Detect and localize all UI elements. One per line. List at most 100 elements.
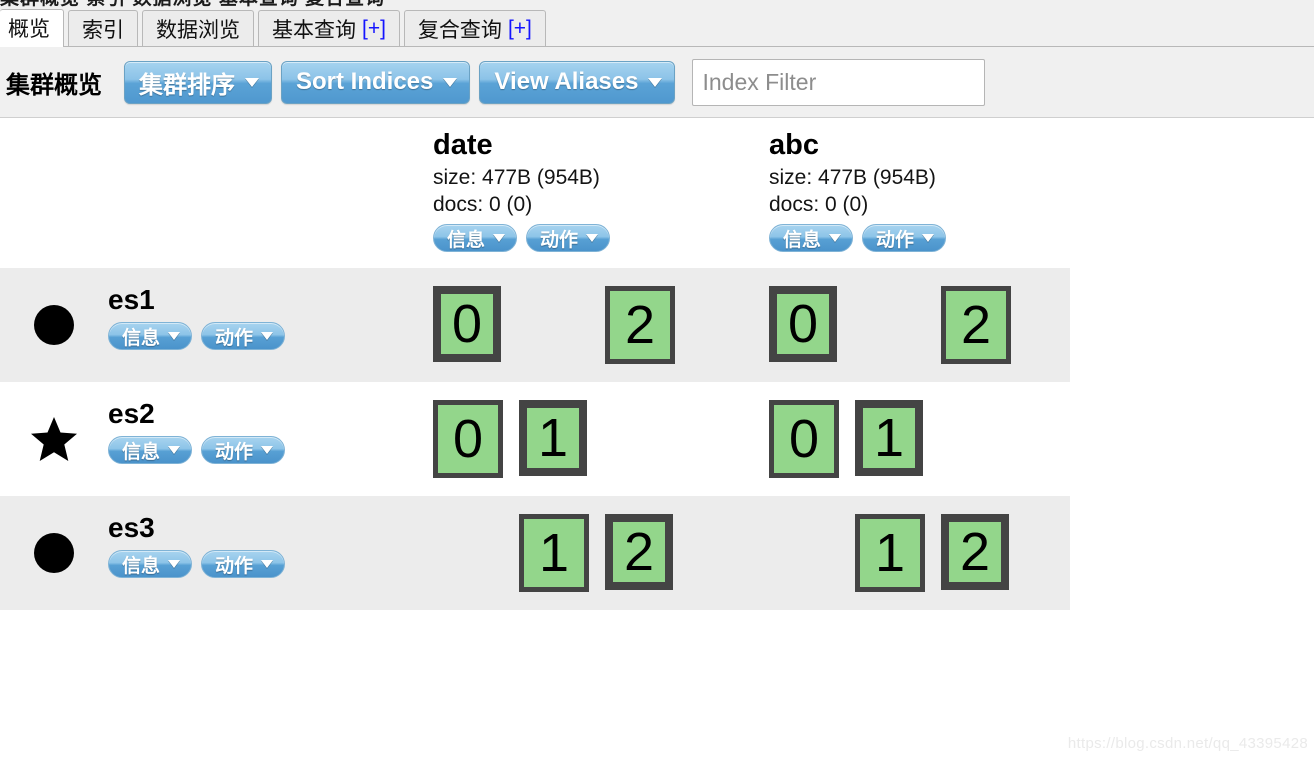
shard-slot (433, 514, 519, 592)
action-pill-info[interactable]: 信息 (108, 550, 193, 578)
chevron-down-icon (168, 332, 181, 340)
action-pill-label: 动作 (215, 327, 254, 349)
index-actions: 信息 动作 (769, 224, 1105, 252)
page-title: 集群概览 (6, 71, 102, 99)
action-pill-label: 动作 (215, 441, 254, 463)
action-pill-actions[interactable]: 动作 (526, 224, 611, 252)
action-pill-label: 信息 (783, 229, 822, 251)
shard-box[interactable]: 2 (941, 286, 1011, 364)
shard-slots: 02 (433, 286, 769, 364)
shard-slot: 0 (769, 286, 855, 364)
cluster-overview-page: 集群概览 索引 数据浏览 基本查询 复合查询 概览索引数据浏览基本查询[+]复合… (0, 0, 1314, 766)
node-marker-cell (0, 268, 108, 382)
chevron-down-icon (586, 234, 599, 242)
index-header-abc: abc size: 477B (954B) docs: 0 (0) 信息 动作 (769, 118, 1105, 268)
shard-box[interactable]: 0 (769, 286, 837, 362)
shard-slot (769, 514, 855, 592)
tab-4[interactable]: 基本查询 [+] (258, 10, 400, 46)
action-pill-actions[interactable]: 动作 (201, 550, 286, 578)
tab-label: 索引 (82, 18, 124, 42)
toolbar-button-1[interactable]: 集群排序 (124, 60, 272, 104)
shard-slot: 0 (433, 400, 519, 478)
shard-slots: 01 (769, 400, 1105, 478)
cluster-table: date size: 477B (954B) docs: 0 (0) 信息 动作 abc s… (0, 118, 1070, 610)
table-row: es1 信息 动作 0 2 0 2 (0, 268, 1070, 382)
index-docs: docs: 0 (0) (769, 193, 869, 216)
action-pill-actions[interactable]: 动作 (862, 224, 947, 252)
action-pill-actions[interactable]: 动作 (201, 322, 286, 350)
shard-box[interactable]: 1 (519, 514, 589, 592)
shard-box[interactable]: 0 (433, 286, 501, 362)
cut-off-top-text: 集群概览 索引 数据浏览 基本查询 复合查询 (0, 0, 385, 9)
shard-cell: 01 (433, 382, 769, 496)
node-info: es3 信息 动作 (108, 496, 433, 578)
shard-slot (855, 286, 941, 364)
tab-label: 基本查询 (272, 18, 356, 42)
chevron-down-icon (261, 560, 274, 568)
shard-box[interactable]: 1 (855, 514, 925, 592)
node-actions: 信息 动作 (108, 322, 433, 350)
tab-2[interactable]: 索引 (68, 10, 138, 46)
watermark: https://blog.csdn.net/qq_43395428 (1067, 735, 1308, 752)
table-row: es3 信息 动作 1 2 1 2 (0, 496, 1070, 610)
shard-slot (605, 400, 691, 478)
chevron-down-icon (922, 234, 935, 242)
action-pill-info[interactable]: 信息 (108, 436, 193, 464)
toolbar-button-label: 集群排序 (139, 71, 235, 99)
shard-cell: 12 (433, 496, 769, 610)
shard-slot: 0 (433, 286, 519, 364)
shard-cell: 12 (769, 496, 1105, 610)
shard-slot: 2 (941, 514, 1027, 592)
index-actions: 信息 动作 (433, 224, 769, 252)
node-name: es3 (108, 512, 155, 543)
chevron-down-icon (261, 446, 274, 454)
tab-expand-marker: [+] (507, 16, 532, 40)
node-name: es2 (108, 398, 155, 429)
index-header-row: date size: 477B (954B) docs: 0 (0) 信息 动作 abc s… (0, 118, 1070, 268)
shard-box[interactable]: 2 (605, 286, 675, 364)
action-pill-label: 动作 (540, 229, 579, 251)
shard-box[interactable]: 0 (769, 400, 839, 478)
action-pill-info[interactable]: 信息 (433, 224, 518, 252)
shard-box[interactable]: 2 (605, 514, 673, 590)
circle-icon (34, 305, 74, 345)
shard-slot: 1 (855, 514, 941, 592)
toolbar-button-label: Sort Indices (296, 68, 434, 95)
tab-3[interactable]: 数据浏览 (142, 10, 254, 46)
toolbar-button-2[interactable]: Sort Indices (281, 60, 471, 104)
star-icon (31, 417, 77, 461)
chevron-down-icon (493, 234, 506, 242)
shard-box[interactable]: 2 (941, 514, 1009, 590)
node-info: es1 信息 动作 (108, 268, 433, 350)
index-filter-input[interactable] (692, 58, 986, 106)
chevron-down-icon (261, 332, 274, 340)
shard-box[interactable]: 1 (519, 400, 587, 476)
node-marker-cell (0, 382, 108, 496)
chevron-down-icon (168, 560, 181, 568)
action-pill-info[interactable]: 信息 (769, 224, 854, 252)
index-size: size: 477B (954B) (769, 166, 936, 189)
action-pill-actions[interactable]: 动作 (201, 436, 286, 464)
header-spacer (0, 118, 433, 268)
index-name: abc (769, 129, 819, 161)
action-pill-info[interactable]: 信息 (108, 322, 193, 350)
action-pill-label: 动作 (215, 555, 254, 577)
shard-box[interactable]: 0 (433, 400, 503, 478)
tab-1[interactable]: 概览 (0, 9, 64, 47)
index-name: date (433, 129, 493, 161)
tab-5[interactable]: 复合查询 [+] (403, 10, 546, 46)
shard-slot: 2 (605, 286, 691, 364)
action-pill-label: 信息 (122, 327, 161, 349)
action-pill-label: 动作 (876, 229, 915, 251)
node-info: es2 信息 动作 (108, 382, 433, 464)
toolbar-button-3[interactable]: View Aliases (479, 60, 676, 104)
shard-box[interactable]: 1 (855, 400, 923, 476)
shard-slot: 0 (769, 400, 855, 478)
index-header-date: date size: 477B (954B) docs: 0 (0) 信息 动作 (433, 118, 769, 268)
action-pill-label: 信息 (447, 229, 486, 251)
shard-slots: 02 (769, 286, 1105, 364)
table-row: es2 信息 动作 0 1 0 1 (0, 382, 1070, 496)
shard-slot: 1 (519, 514, 605, 592)
cut-off-top-strip: 集群概览 索引 数据浏览 基本查询 复合查询 (0, 0, 1314, 9)
action-pill-label: 信息 (122, 555, 161, 577)
